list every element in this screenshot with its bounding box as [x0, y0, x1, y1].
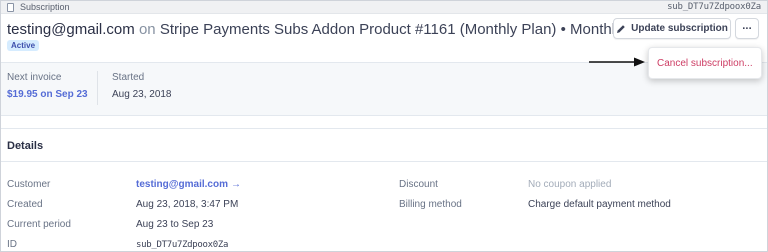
page-title: testing@gmail.com on Stripe Payments Sub…	[7, 21, 628, 38]
update-subscription-label: Update subscription	[631, 23, 728, 34]
details-header: Details	[1, 128, 767, 162]
subscription-id-header: sub_DT7u7Zdpoox0Za	[667, 2, 761, 12]
more-actions-button[interactable]: ···	[735, 18, 759, 39]
customer-link[interactable]: testing@gmail.com →	[136, 179, 241, 190]
started-value: Aug 23, 2018	[112, 89, 172, 100]
discount-value: No coupon applied	[528, 179, 612, 190]
discount-label: Discount	[399, 179, 438, 190]
started-label: Started	[112, 72, 145, 83]
next-invoice-block: Next invoice $19.95 on Sep 23	[7, 72, 88, 100]
customer-email-title[interactable]: testing@gmail.com	[7, 21, 135, 38]
billing-method-label: Billing method	[399, 199, 462, 210]
id-label: ID	[7, 239, 17, 250]
pencil-icon	[617, 24, 625, 33]
arrow-right-icon: →	[231, 179, 241, 190]
customer-label: Customer	[7, 179, 51, 190]
summary-divider	[97, 71, 98, 105]
actions-dropdown: Cancel subscription...	[648, 47, 762, 79]
more-icon: ···	[742, 22, 752, 35]
top-strip: Subscription sub_DT7u7Zdpoox0Za	[1, 1, 767, 14]
created-label: Created	[7, 199, 43, 210]
id-value: sub_DT7u7Zdpoox0Za	[136, 240, 229, 250]
created-value: Aug 23, 2018, 3:47 PM	[136, 199, 239, 210]
subscription-page: Subscription sub_DT7u7Zdpoox0Za testing@…	[0, 0, 768, 252]
title-connector: on	[138, 21, 156, 38]
section-gap	[1, 116, 767, 128]
update-subscription-button[interactable]: Update subscription	[613, 18, 731, 39]
status-badge: Active	[7, 40, 40, 51]
annotation-arrow-icon	[589, 57, 645, 67]
cancel-subscription-item[interactable]: Cancel subscription...	[657, 58, 753, 69]
current-period-label: Current period	[7, 219, 71, 230]
section-label: Subscription	[20, 2, 70, 12]
document-icon	[7, 3, 14, 12]
next-invoice-label: Next invoice	[7, 72, 62, 83]
customer-link-text: testing@gmail.com	[136, 179, 228, 190]
next-invoice-value[interactable]: $19.95 on Sep 23	[7, 89, 88, 100]
details-heading: Details	[7, 140, 44, 152]
current-period-value: Aug 23 to Sep 23	[136, 219, 214, 230]
billing-method-value: Charge default payment method	[528, 199, 671, 210]
product-name[interactable]: Stripe Payments Subs Addon Product #1161…	[160, 21, 628, 38]
started-block: Started Aug 23, 2018	[112, 72, 172, 100]
